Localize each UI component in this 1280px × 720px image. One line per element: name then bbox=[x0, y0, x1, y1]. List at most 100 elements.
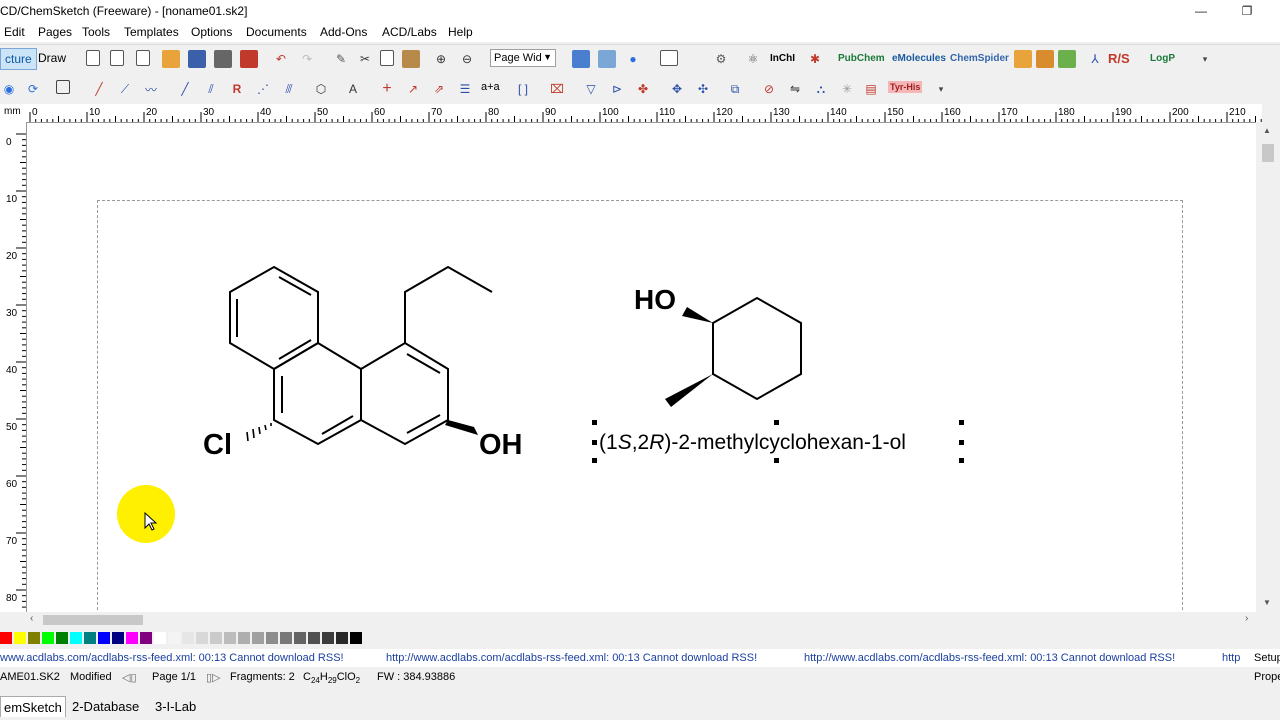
vertical-scroll-thumb[interactable] bbox=[1262, 144, 1274, 162]
save-icon[interactable] bbox=[188, 50, 206, 68]
arrow-icon[interactable]: ↗ bbox=[404, 80, 422, 98]
rotate-icon[interactable]: ⟳ bbox=[24, 80, 42, 98]
minimize-button[interactable]: — bbox=[1178, 0, 1224, 22]
new-document-icon[interactable] bbox=[86, 50, 100, 66]
draw-bond-icon[interactable]: ╱ bbox=[90, 80, 108, 98]
scroll-left-icon[interactable]: ‹ bbox=[30, 613, 33, 624]
color-swatch[interactable] bbox=[70, 632, 82, 644]
group-icon[interactable]: ⧉ bbox=[726, 80, 744, 98]
color-swatch[interactable] bbox=[280, 632, 292, 644]
restore-button[interactable]: ❐ bbox=[1224, 0, 1270, 22]
list-icon[interactable]: ☰ bbox=[456, 80, 474, 98]
color-swatch[interactable] bbox=[84, 632, 96, 644]
db-add-icon[interactable] bbox=[1036, 50, 1054, 68]
rgroup-icon[interactable]: R bbox=[228, 80, 246, 98]
pubchem-button[interactable]: PubChem bbox=[838, 53, 885, 64]
calculator-icon[interactable]: ▤ bbox=[862, 80, 880, 98]
menu-pages[interactable]: Pages bbox=[38, 25, 72, 39]
rss-item-2[interactable]: http://www.acdlabs.com/acdlabs-rss-feed.… bbox=[386, 652, 757, 664]
lasso-icon[interactable]: ◉ bbox=[0, 80, 18, 98]
color-swatch[interactable] bbox=[224, 632, 236, 644]
rs-button[interactable]: R/S bbox=[1108, 51, 1130, 66]
tree-icon[interactable]: ⛬ bbox=[812, 80, 830, 98]
bracket-icon[interactable]: [ ] bbox=[514, 80, 532, 98]
menu-documents[interactable]: Documents bbox=[246, 25, 307, 39]
dictionary-icon[interactable]: ⚙ bbox=[712, 50, 730, 68]
cut-icon[interactable]: ✂ bbox=[356, 50, 374, 68]
color-swatch[interactable] bbox=[308, 632, 320, 644]
print-icon[interactable] bbox=[214, 50, 232, 68]
text-icon[interactable]: A bbox=[344, 80, 362, 98]
menu-addons[interactable]: Add-Ons bbox=[320, 25, 367, 39]
select-icon[interactable] bbox=[56, 80, 70, 94]
molecule-3d-icon[interactable]: ● bbox=[624, 50, 642, 68]
color-swatch[interactable] bbox=[42, 632, 54, 644]
color-swatch[interactable] bbox=[168, 632, 180, 644]
scroll-up-icon[interactable]: ▲ bbox=[1263, 126, 1271, 135]
drawing-canvas[interactable]: Cl OH HO (1S,2R)-2-methylcyclohexan-1-ol bbox=[27, 123, 1256, 612]
menu-tools[interactable]: Tools bbox=[82, 25, 110, 39]
zoom-in-icon[interactable]: ⊕ bbox=[432, 50, 450, 68]
color-swatch[interactable] bbox=[98, 632, 110, 644]
scroll-right-icon[interactable]: › bbox=[1245, 613, 1248, 624]
open-folder-icon[interactable] bbox=[162, 50, 180, 68]
menu-templates[interactable]: Templates bbox=[124, 25, 179, 39]
page-back-icon[interactable]: ◁▯ bbox=[122, 671, 137, 684]
iupac-name-label[interactable]: (1S,2R)-2-methylcyclohexan-1-ol bbox=[599, 431, 906, 454]
color-swatch[interactable] bbox=[294, 632, 306, 644]
bond-hash-icon[interactable]: ⫽ bbox=[202, 80, 220, 98]
menu-acdlabs[interactable]: ACD/Labs bbox=[382, 25, 437, 39]
aa-button[interactable]: a+a bbox=[481, 81, 500, 93]
eraser-icon[interactable]: ✎ bbox=[332, 50, 350, 68]
move-icon[interactable]: ✥ bbox=[668, 80, 686, 98]
color-swatch[interactable] bbox=[0, 632, 12, 644]
logp-button[interactable]: LogP bbox=[1150, 53, 1175, 64]
color-swatch[interactable] bbox=[238, 632, 250, 644]
horizontal-scrollbar[interactable]: ‹ › bbox=[27, 612, 1256, 628]
peptide-button[interactable]: Tyr-His bbox=[888, 81, 923, 93]
color-swatch[interactable] bbox=[196, 632, 208, 644]
bond-up-icon[interactable]: ╱ bbox=[176, 80, 194, 98]
db-export-icon[interactable] bbox=[1058, 50, 1076, 68]
add-charge-icon[interactable]: + bbox=[378, 80, 396, 98]
toolbar-overflow-icon[interactable]: ▾ bbox=[1196, 50, 1214, 68]
page-forward-icon[interactable]: ▯▷ bbox=[206, 671, 221, 684]
rss-item-4[interactable]: http bbox=[1222, 652, 1240, 664]
scroll-down-icon[interactable]: ▼ bbox=[1263, 598, 1271, 607]
copy-icon[interactable] bbox=[380, 50, 394, 66]
menu-options[interactable]: Options bbox=[191, 25, 232, 39]
draw-zigzag-icon[interactable]: 〰 bbox=[142, 80, 160, 98]
paste-icon[interactable] bbox=[402, 50, 420, 68]
image-icon[interactable] bbox=[598, 50, 616, 68]
chemspider-button[interactable]: ChemSpider bbox=[950, 53, 1009, 64]
color-swatch[interactable] bbox=[140, 632, 152, 644]
stereo-icon[interactable]: ⅄ bbox=[1086, 50, 1104, 68]
horizontal-scroll-thumb[interactable] bbox=[43, 615, 143, 625]
draw-chain-icon[interactable]: ⟋ bbox=[116, 80, 134, 98]
color-swatch[interactable] bbox=[112, 632, 124, 644]
copy-page-icon[interactable] bbox=[136, 50, 150, 66]
export-pdf-icon[interactable] bbox=[240, 50, 258, 68]
menu-edit[interactable]: Edit bbox=[4, 25, 25, 39]
cancel-icon[interactable]: ⊘ bbox=[760, 80, 778, 98]
color-swatch[interactable] bbox=[252, 632, 264, 644]
color-swatch[interactable] bbox=[28, 632, 40, 644]
ring-icon[interactable]: ⬡ bbox=[312, 80, 330, 98]
color-swatch[interactable] bbox=[182, 632, 194, 644]
hydrogen-icon[interactable]: ⇋ bbox=[786, 80, 804, 98]
color-swatch[interactable] bbox=[336, 632, 348, 644]
status-properties[interactable]: Prope bbox=[1254, 671, 1280, 683]
spectrum-icon[interactable] bbox=[660, 50, 678, 66]
toolbar2-overflow-icon[interactable]: ▾ bbox=[932, 80, 950, 98]
bond-wavy-icon[interactable]: ⫻ bbox=[280, 80, 298, 98]
color-swatch[interactable] bbox=[14, 632, 26, 644]
draw-mode-button[interactable]: Draw bbox=[34, 48, 70, 68]
fragment-icon[interactable]: ✳ bbox=[838, 80, 856, 98]
menu-help[interactable]: Help bbox=[448, 25, 473, 39]
align-icon[interactable]: ✣ bbox=[694, 80, 712, 98]
tab-database[interactable]: 2-Database bbox=[69, 696, 142, 716]
bond-dashed-icon[interactable]: ⋰ bbox=[254, 80, 272, 98]
color-swatch[interactable] bbox=[266, 632, 278, 644]
optimize-icon[interactable]: ✤ bbox=[634, 80, 652, 98]
db-search-icon[interactable] bbox=[1014, 50, 1032, 68]
